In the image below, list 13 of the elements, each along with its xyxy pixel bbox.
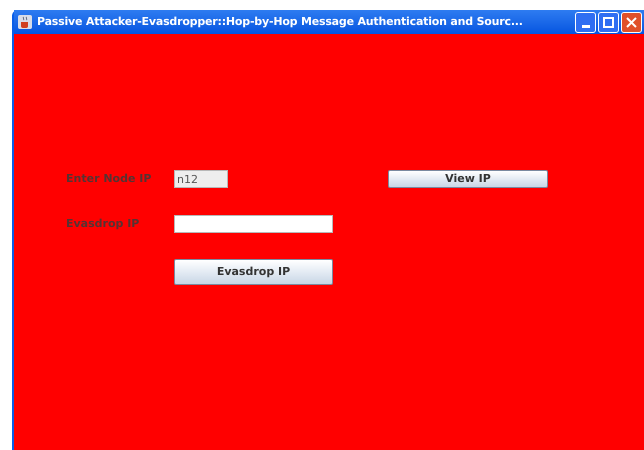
minimize-button[interactable] [575, 12, 596, 32]
evasdrop-ip-field[interactable] [174, 215, 333, 233]
window-title: Passive Attacker-Evasdropper::Hop-by-Hop Message Authentication and Sourc... [37, 14, 523, 30]
maximize-icon [603, 16, 614, 28]
minimize-icon [582, 24, 590, 28]
coffee-cup-icon [17, 14, 33, 30]
evasdrop-ip-label: Evasdrop IP [66, 216, 140, 232]
node-ip-label: Enter Node IP [66, 170, 152, 187]
view-ip-button[interactable]: View IP [388, 170, 548, 188]
evasdrop-ip-button[interactable]: Evasdrop IP [174, 259, 333, 285]
maximize-button[interactable] [598, 12, 619, 32]
close-icon [626, 16, 637, 28]
close-button[interactable] [621, 12, 642, 32]
